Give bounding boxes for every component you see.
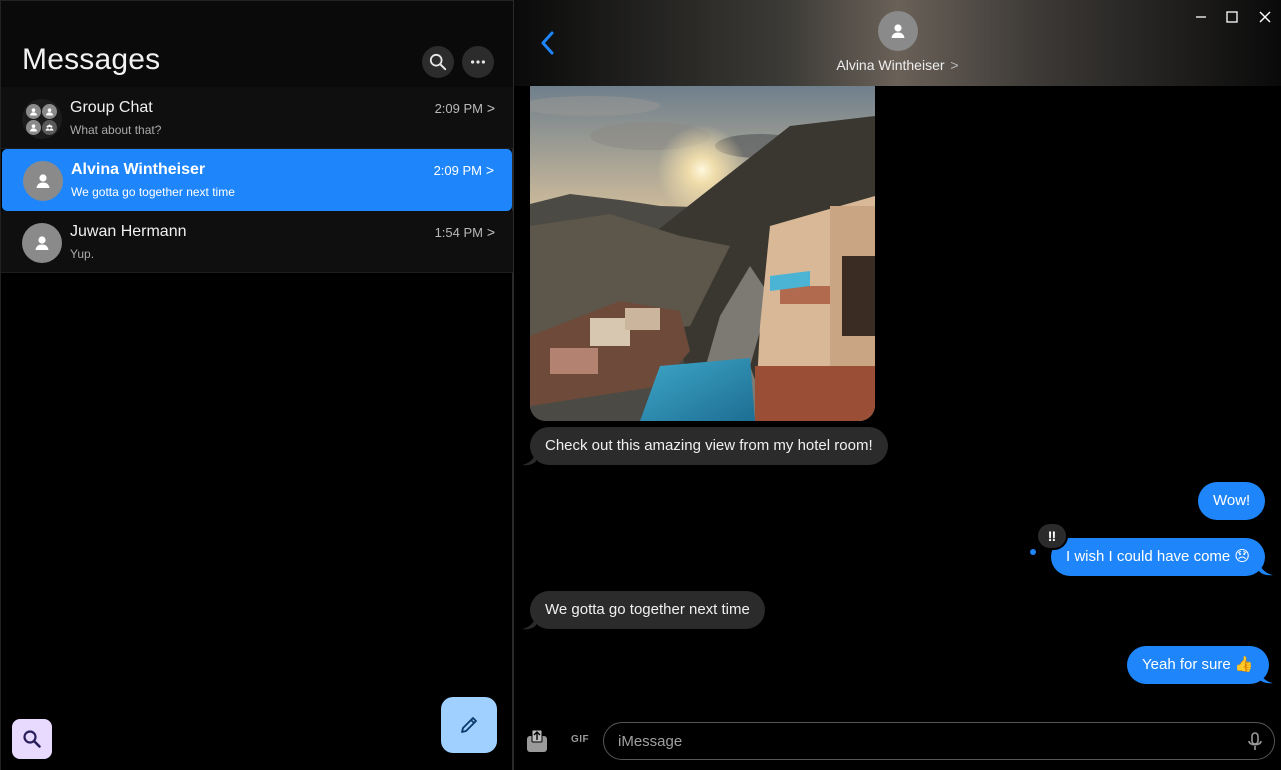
reaction-tail bbox=[1030, 549, 1036, 555]
person-avatar-icon bbox=[23, 161, 63, 201]
conversation-preview: What about that? bbox=[70, 123, 162, 137]
back-arrow-icon[interactable] bbox=[536, 28, 560, 58]
imessage-input[interactable] bbox=[603, 722, 1275, 760]
group-avatar-icon bbox=[22, 99, 62, 139]
conversation-name: Juwan Hermann bbox=[70, 223, 187, 240]
chat-header: Alvina Wintheiser > bbox=[514, 0, 1281, 86]
contact-name-button[interactable]: Alvina Wintheiser > bbox=[514, 57, 1281, 73]
more-options-button[interactable] bbox=[462, 46, 494, 78]
conversation-sidebar: Messages Group Chat What about that? 2:0… bbox=[0, 0, 514, 770]
attachment-icon[interactable] bbox=[524, 726, 550, 754]
contact-avatar[interactable] bbox=[878, 11, 918, 51]
double-exclamation-reaction-badge[interactable]: ‼ bbox=[1036, 522, 1068, 550]
conversation-alvina-wintheiser[interactable]: Alvina Wintheiser We gotta go together n… bbox=[2, 149, 512, 211]
message-bubble-outgoing[interactable]: I wish I could have come 😞 bbox=[1051, 538, 1266, 576]
gif-button[interactable]: GIF bbox=[571, 734, 589, 745]
conversation-juwan-hermann[interactable]: Juwan Hermann Yup. 1:54 PM > bbox=[1, 211, 513, 273]
sunset-hotel-view-photo[interactable] bbox=[530, 86, 875, 421]
microphone-icon[interactable] bbox=[1246, 731, 1264, 753]
more-horizontal-icon bbox=[470, 60, 486, 64]
message-bubble-incoming[interactable]: Check out this amazing view from my hote… bbox=[530, 427, 888, 465]
sidebar-title: Messages bbox=[22, 43, 161, 76]
compose-message-button[interactable] bbox=[441, 697, 497, 753]
close-icon[interactable] bbox=[1258, 10, 1272, 24]
maximize-icon[interactable] bbox=[1225, 10, 1239, 24]
contact-name: Alvina Wintheiser bbox=[836, 57, 945, 73]
search-icon bbox=[429, 53, 447, 71]
search-fab-button[interactable] bbox=[12, 719, 52, 759]
message-bubble-outgoing[interactable]: Wow! bbox=[1198, 482, 1266, 520]
chevron-right-icon: > bbox=[486, 224, 495, 240]
person-avatar-icon bbox=[22, 223, 62, 263]
chat-pane: Alvina Wintheiser > Check out this amazi… bbox=[514, 0, 1281, 770]
search-icon bbox=[23, 730, 41, 748]
chevron-right-icon: > bbox=[485, 162, 494, 178]
chevron-right-icon: > bbox=[486, 100, 495, 116]
message-composer: GIF bbox=[514, 720, 1281, 764]
conversation-preview: Yup. bbox=[70, 247, 95, 261]
conversation-time: 2:09 PM bbox=[433, 163, 482, 178]
pencil-icon bbox=[461, 717, 477, 733]
conversation-name: Alvina Wintheiser bbox=[71, 161, 206, 178]
minimize-icon[interactable] bbox=[1194, 10, 1208, 24]
message-bubble-incoming[interactable]: We gotta go together next time bbox=[530, 591, 765, 629]
tapback-emphasis-icon: ‼ bbox=[1047, 528, 1057, 544]
chevron-right-icon: > bbox=[950, 57, 959, 73]
conversation-preview: We gotta go together next time bbox=[71, 185, 235, 199]
conversation-group-chat[interactable]: Group Chat What about that? 2:09 PM > bbox=[1, 87, 513, 149]
conversation-name: Group Chat bbox=[70, 99, 153, 116]
conversation-time: 2:09 PM bbox=[434, 101, 483, 116]
sidebar-header: Messages bbox=[1, 1, 513, 87]
conversation-list: Group Chat What about that? 2:09 PM > Al… bbox=[1, 87, 513, 273]
search-button[interactable] bbox=[422, 46, 454, 78]
person-avatar-icon bbox=[891, 24, 905, 38]
message-bubble-outgoing[interactable]: Yeah for sure 👍 bbox=[1127, 646, 1269, 684]
bubble-tail bbox=[1259, 562, 1273, 576]
bubble-tail bbox=[1259, 670, 1273, 684]
conversation-time: 1:54 PM bbox=[434, 225, 483, 240]
